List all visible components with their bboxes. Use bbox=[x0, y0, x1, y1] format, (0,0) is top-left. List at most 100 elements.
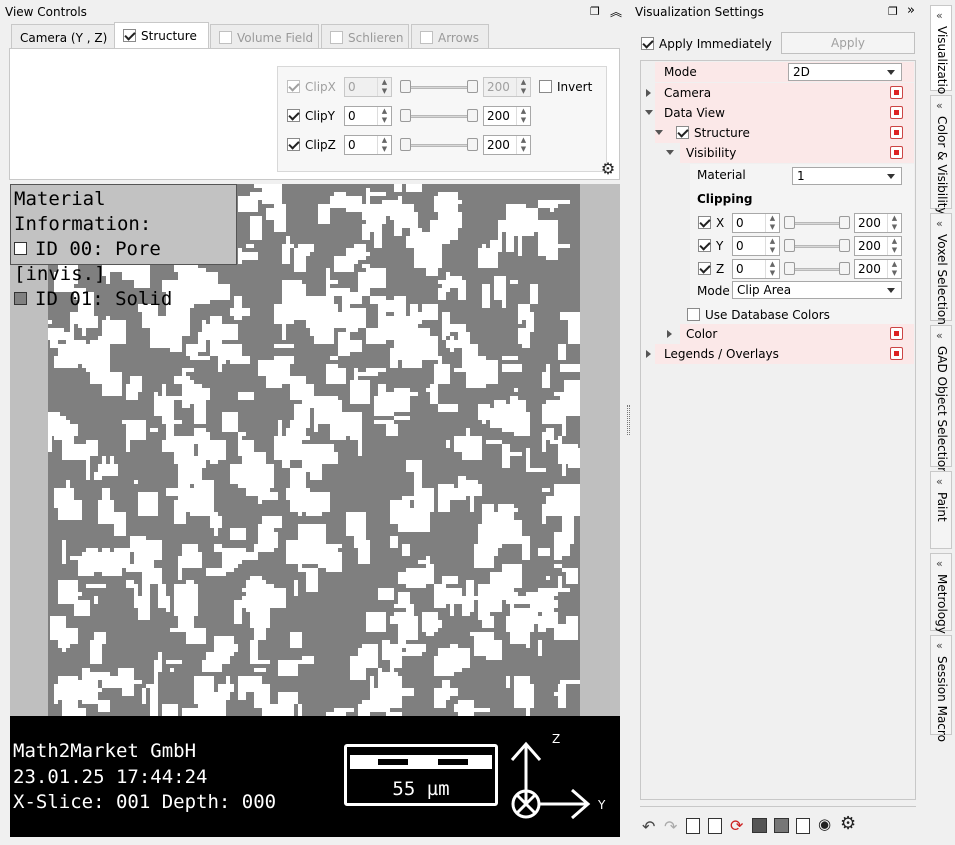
slider-handle-max[interactable] bbox=[839, 239, 850, 252]
gear-icon[interactable]: ⚙ bbox=[598, 160, 618, 180]
eye-icon[interactable]: ◉ bbox=[818, 815, 831, 833]
clip-y-min-input[interactable]: 0 ▲ ▼ bbox=[732, 236, 780, 256]
volume-field-checkbox[interactable] bbox=[219, 31, 232, 44]
spin-arrows-icon[interactable]: ▲ ▼ bbox=[516, 136, 530, 154]
spin-arrows-icon[interactable]: ▲ ▼ bbox=[765, 237, 779, 255]
spin-arrows-icon[interactable]: ▲ ▼ bbox=[765, 214, 779, 232]
use-db-colors-row[interactable]: Use Database Colors bbox=[687, 308, 830, 322]
clip-y-slider[interactable] bbox=[784, 236, 850, 256]
clip-z-max-input[interactable]: 200 ▲ ▼ bbox=[854, 259, 902, 279]
float-icon[interactable]: ❐ bbox=[590, 5, 600, 18]
schlieren-checkbox[interactable] bbox=[330, 31, 343, 44]
slider-handle-max[interactable] bbox=[467, 80, 478, 93]
slider-handle-min[interactable] bbox=[400, 80, 411, 93]
reset-icon[interactable] bbox=[890, 86, 903, 99]
collapse-icon[interactable] bbox=[666, 150, 674, 155]
clip-mode-select[interactable]: Clip Area bbox=[732, 281, 902, 299]
clip-y-checkbox[interactable] bbox=[698, 239, 711, 252]
spin-arrows-icon[interactable]: ▲ ▼ bbox=[377, 107, 391, 125]
clipz-max-input[interactable]: 200 ▲ ▼ bbox=[483, 135, 531, 155]
float-icon[interactable]: ❐ bbox=[888, 5, 898, 18]
clip-x-slider[interactable] bbox=[784, 213, 850, 233]
redo-icon[interactable]: ↷ bbox=[664, 817, 677, 836]
reset-icon[interactable] bbox=[890, 347, 903, 360]
spin-arrows-icon[interactable]: ▲ ▼ bbox=[516, 78, 530, 96]
gear-icon[interactable]: ⚙ bbox=[840, 813, 856, 834]
structure-checkbox[interactable] bbox=[676, 126, 689, 139]
apply-immediately-checkbox[interactable] bbox=[641, 37, 654, 50]
mode-select[interactable]: 2D bbox=[788, 63, 902, 81]
collapse-icon[interactable]: ︽ bbox=[610, 3, 622, 20]
export-icon[interactable] bbox=[774, 818, 789, 833]
collapse-right-icon[interactable]: » bbox=[907, 3, 915, 18]
clipy-min-input[interactable]: 0 ▲ ▼ bbox=[344, 106, 392, 126]
reset-icon[interactable] bbox=[890, 126, 903, 139]
side-tab-visualization[interactable]: « Visualization bbox=[930, 5, 952, 102]
clipx-min-input[interactable]: 0 ▲ ▼ bbox=[344, 77, 392, 97]
undo-icon[interactable]: ↶ bbox=[642, 817, 655, 836]
clipz-min-input[interactable]: 0 ▲ ▼ bbox=[344, 135, 392, 155]
tab-volume-field[interactable]: Volume Field bbox=[210, 24, 319, 48]
clipx-max-input[interactable]: 200 ▲ ▼ bbox=[483, 77, 531, 97]
slider-handle-min[interactable] bbox=[784, 262, 795, 275]
collapse-icon[interactable] bbox=[655, 130, 663, 135]
reset-icon[interactable] bbox=[890, 146, 903, 159]
reset-icon[interactable] bbox=[890, 106, 903, 119]
clipy-max-input[interactable]: 200 ▲ ▼ bbox=[483, 106, 531, 126]
clipx-slider[interactable] bbox=[400, 77, 478, 97]
side-tab-metrology[interactable]: « Metrology bbox=[930, 553, 952, 634]
structure-tab-checkbox[interactable] bbox=[123, 29, 136, 42]
expand-icon[interactable] bbox=[667, 330, 672, 338]
invert-checkbox[interactable] bbox=[539, 80, 552, 93]
slider-handle-min[interactable] bbox=[400, 138, 411, 151]
clip-x-min-input[interactable]: 0 ▲ ▼ bbox=[732, 213, 780, 233]
slider-handle-max[interactable] bbox=[467, 109, 478, 122]
spin-arrows-icon[interactable]: ▲ ▼ bbox=[887, 214, 901, 232]
spin-arrows-icon[interactable]: ▲ ▼ bbox=[887, 237, 901, 255]
clip-z-checkbox[interactable] bbox=[698, 262, 711, 275]
record-icon[interactable] bbox=[796, 818, 810, 834]
clip-z-slider[interactable] bbox=[784, 259, 850, 279]
load-settings-icon[interactable] bbox=[708, 818, 722, 834]
side-tab-gad-object-selection[interactable]: « GAD Object Selection bbox=[930, 325, 952, 475]
tab-structure[interactable]: Structure bbox=[114, 22, 209, 49]
side-tab-session-macro[interactable]: « Session Macro bbox=[930, 635, 952, 742]
tab-arrows[interactable]: Arrows bbox=[411, 24, 489, 48]
clip-y-max-input[interactable]: 200 ▲ ▼ bbox=[854, 236, 902, 256]
collapse-icon[interactable] bbox=[645, 110, 653, 115]
expand-icon[interactable] bbox=[646, 89, 651, 97]
clipy-slider[interactable] bbox=[400, 106, 478, 126]
slider-handle-max[interactable] bbox=[467, 138, 478, 151]
snapshot-icon[interactable] bbox=[752, 818, 767, 833]
spin-arrows-icon[interactable]: ▲ ▼ bbox=[516, 107, 530, 125]
spin-arrows-icon[interactable]: ▲ ▼ bbox=[377, 78, 391, 96]
side-tab-voxel-selection[interactable]: « Voxel Selection bbox=[930, 213, 952, 325]
side-tab-paint[interactable]: « Paint bbox=[930, 471, 952, 549]
slider-handle-min[interactable] bbox=[784, 239, 795, 252]
slider-handle-min[interactable] bbox=[784, 216, 795, 229]
refresh-icon[interactable]: ⟳ bbox=[730, 816, 743, 835]
tab-camera[interactable]: Camera (Y , Z) bbox=[11, 24, 117, 48]
save-settings-icon[interactable] bbox=[686, 818, 700, 834]
slider-handle-max[interactable] bbox=[839, 262, 850, 275]
slider-handle-max[interactable] bbox=[839, 216, 850, 229]
expand-icon[interactable] bbox=[646, 350, 651, 358]
use-db-colors-checkbox[interactable] bbox=[687, 308, 700, 321]
spin-arrows-icon[interactable]: ▲ ▼ bbox=[377, 136, 391, 154]
slider-handle-min[interactable] bbox=[400, 109, 411, 122]
clipy-checkbox[interactable] bbox=[287, 109, 300, 122]
tab-schlieren[interactable]: Schlieren bbox=[321, 24, 409, 48]
invert-row[interactable]: Invert bbox=[539, 80, 592, 94]
spin-arrows-icon[interactable]: ▲ ▼ bbox=[887, 260, 901, 278]
apply-button[interactable]: Apply bbox=[781, 32, 915, 54]
spin-arrows-icon[interactable]: ▲ ▼ bbox=[765, 260, 779, 278]
clip-x-checkbox[interactable] bbox=[698, 216, 711, 229]
reset-icon[interactable] bbox=[890, 327, 903, 340]
clip-z-min-input[interactable]: 0 ▲ ▼ bbox=[732, 259, 780, 279]
clipz-slider[interactable] bbox=[400, 135, 478, 155]
clipx-checkbox[interactable] bbox=[287, 80, 300, 93]
arrows-checkbox[interactable] bbox=[420, 31, 433, 44]
clipz-checkbox[interactable] bbox=[287, 138, 300, 151]
apply-immediately-row[interactable]: Apply Immediately bbox=[641, 37, 772, 51]
clip-x-max-input[interactable]: 200 ▲ ▼ bbox=[854, 213, 902, 233]
